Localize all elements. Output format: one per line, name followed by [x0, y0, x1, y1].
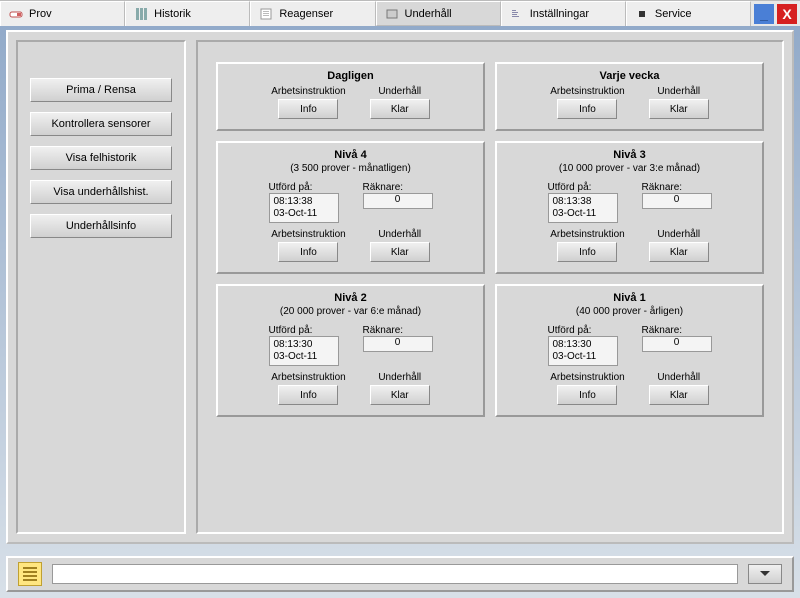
label-utford-pa: Utförd på: — [548, 325, 592, 336]
underhallsinfo-button[interactable]: Underhållsinfo — [30, 214, 172, 238]
prima-rensa-button[interactable]: Prima / Rensa — [30, 78, 172, 102]
card-niva3: Nivå 3 (10 000 prover - var 3:e månad) U… — [495, 141, 764, 274]
underhall-icon — [385, 7, 399, 21]
utford-pa-value: 08:13:30 03-Oct-11 — [269, 336, 339, 366]
klar-button[interactable]: Klar — [649, 99, 709, 119]
service-icon — [635, 7, 649, 21]
visa-underhallshist-button[interactable]: Visa underhållshist. — [30, 180, 172, 204]
status-dropdown-button[interactable] — [748, 564, 782, 584]
label-raknare: Räknare: — [363, 325, 404, 336]
installningar-icon — [510, 7, 524, 21]
historik-icon — [134, 7, 148, 21]
card-subtitle: (10 000 prover - var 3:e månad) — [507, 163, 752, 174]
card-title: Nivå 2 — [228, 292, 473, 304]
label-utford-pa: Utförd på: — [269, 182, 313, 193]
card-subtitle: (3 500 prover - månatligen) — [228, 163, 473, 174]
label-underhall: Underhåll — [378, 372, 421, 383]
klar-button[interactable]: Klar — [370, 385, 430, 405]
card-niva2: Nivå 2 (20 000 prover - var 6:e månad) U… — [216, 284, 485, 417]
klar-button[interactable]: Klar — [649, 242, 709, 262]
tab-installningar-label: Inställningar — [530, 8, 589, 20]
window-controls: _ X — [751, 1, 800, 26]
card-subtitle: (40 000 prover - årligen) — [507, 306, 752, 317]
close-button[interactable]: X — [777, 4, 797, 24]
klar-button[interactable]: Klar — [649, 385, 709, 405]
card-title: Varje vecka — [507, 70, 752, 82]
info-button[interactable]: Info — [278, 385, 338, 405]
label-underhall: Underhåll — [378, 229, 421, 240]
label-arbetsinstruktion: Arbetsinstruktion — [550, 372, 624, 383]
tab-bar: Prov Historik Reagenser Underhåll Instäl… — [0, 0, 800, 26]
card-title: Nivå 3 — [507, 149, 752, 161]
content-panel: Dagligen Arbetsinstruktion Info Underhål… — [196, 40, 784, 534]
tab-reagenser[interactable]: Reagenser — [250, 1, 375, 26]
label-underhall: Underhåll — [657, 229, 700, 240]
label-arbetsinstruktion: Arbetsinstruktion — [550, 229, 624, 240]
tab-prov-label: Prov — [29, 8, 52, 20]
raknare-value: 0 — [642, 193, 712, 209]
label-raknare: Räknare: — [642, 182, 683, 193]
tab-underhall[interactable]: Underhåll — [376, 1, 501, 26]
card-title: Dagligen — [228, 70, 473, 82]
info-button[interactable]: Info — [278, 99, 338, 119]
label-raknare: Räknare: — [363, 182, 404, 193]
sidebar: Prima / Rensa Kontrollera sensorer Visa … — [16, 40, 186, 534]
card-title: Nivå 1 — [507, 292, 752, 304]
label-arbetsinstruktion: Arbetsinstruktion — [550, 86, 624, 97]
label-utford-pa: Utförd på: — [269, 325, 313, 336]
card-varje-vecka: Varje vecka Arbetsinstruktion Info Under… — [495, 62, 764, 131]
tab-historik-label: Historik — [154, 8, 191, 20]
raknare-value: 0 — [363, 336, 433, 352]
card-niva1: Nivå 1 (40 000 prover - årligen) Utförd … — [495, 284, 764, 417]
raknare-value: 0 — [642, 336, 712, 352]
info-button[interactable]: Info — [278, 242, 338, 262]
tab-underhall-label: Underhåll — [405, 8, 452, 20]
label-raknare: Räknare: — [642, 325, 683, 336]
label-underhall: Underhåll — [657, 372, 700, 383]
reagenser-icon — [259, 7, 273, 21]
utford-pa-value: 08:13:30 03-Oct-11 — [548, 336, 618, 366]
tab-reagenser-label: Reagenser — [279, 8, 333, 20]
label-arbetsinstruktion: Arbetsinstruktion — [271, 86, 345, 97]
kontrollera-sensorer-button[interactable]: Kontrollera sensorer — [30, 112, 172, 136]
tab-installningar[interactable]: Inställningar — [501, 1, 626, 26]
main-panel: Prima / Rensa Kontrollera sensorer Visa … — [6, 30, 794, 544]
klar-button[interactable]: Klar — [370, 242, 430, 262]
info-button[interactable]: Info — [557, 385, 617, 405]
label-underhall: Underhåll — [657, 86, 700, 97]
label-arbetsinstruktion: Arbetsinstruktion — [271, 229, 345, 240]
utford-pa-value: 08:13:38 03-Oct-11 — [548, 193, 618, 223]
card-title: Nivå 4 — [228, 149, 473, 161]
card-subtitle: (20 000 prover - var 6:e månad) — [228, 306, 473, 317]
label-underhall: Underhåll — [378, 86, 421, 97]
prov-icon — [9, 7, 23, 21]
info-button[interactable]: Info — [557, 242, 617, 262]
minimize-button[interactable]: _ — [754, 4, 774, 24]
tab-historik[interactable]: Historik — [125, 1, 250, 26]
tab-prov[interactable]: Prov — [0, 1, 125, 26]
notes-icon[interactable] — [18, 562, 42, 586]
tab-service[interactable]: Service — [626, 1, 751, 26]
visa-felhistorik-button[interactable]: Visa felhistorik — [30, 146, 172, 170]
utford-pa-value: 08:13:38 03-Oct-11 — [269, 193, 339, 223]
status-bar — [6, 556, 794, 592]
label-arbetsinstruktion: Arbetsinstruktion — [271, 372, 345, 383]
raknare-value: 0 — [363, 193, 433, 209]
tab-service-label: Service — [655, 8, 692, 20]
status-input[interactable] — [52, 564, 738, 584]
card-dagligen: Dagligen Arbetsinstruktion Info Underhål… — [216, 62, 485, 131]
klar-button[interactable]: Klar — [370, 99, 430, 119]
info-button[interactable]: Info — [557, 99, 617, 119]
label-utford-pa: Utförd på: — [548, 182, 592, 193]
card-niva4: Nivå 4 (3 500 prover - månatligen) Utför… — [216, 141, 485, 274]
